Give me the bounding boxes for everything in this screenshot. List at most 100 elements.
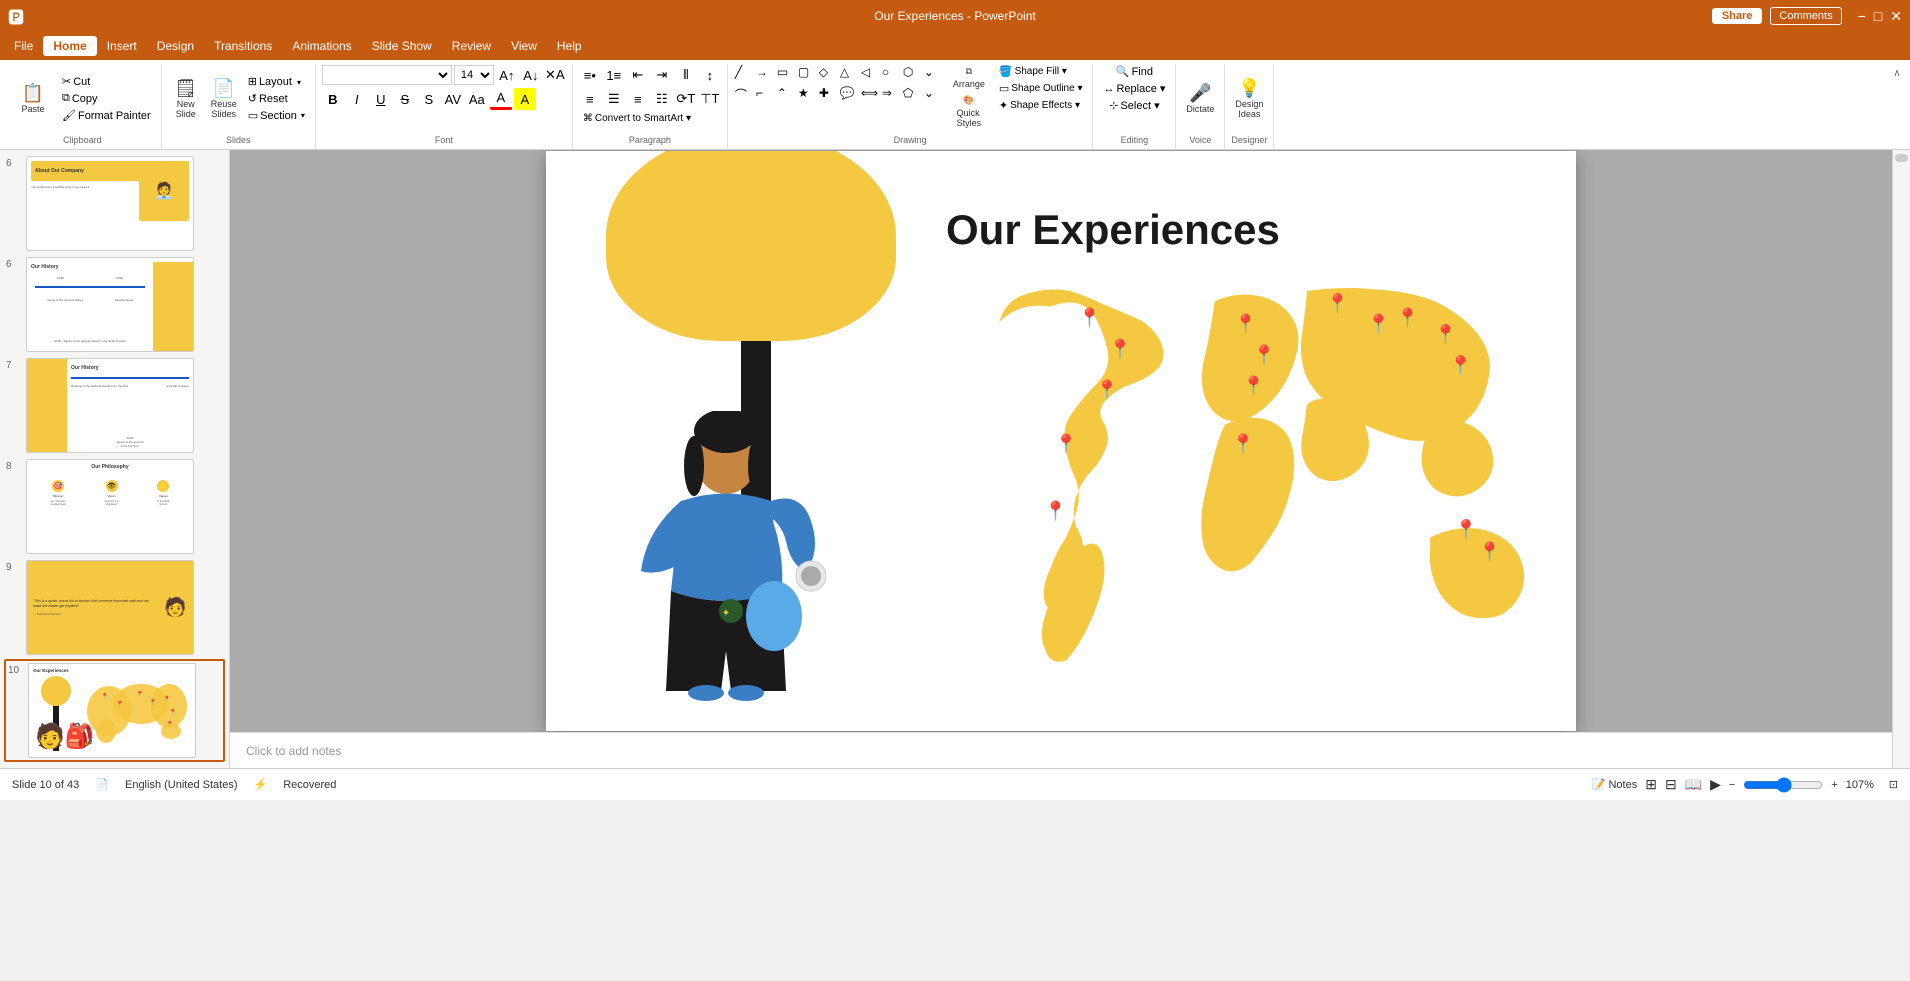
shape-triangle[interactable]: △ xyxy=(839,64,859,84)
scroll-thumb[interactable] xyxy=(1895,154,1908,162)
select-button[interactable]: ⊹ Select ▾ xyxy=(1105,98,1163,113)
slideshow-button[interactable]: ▶ xyxy=(1710,776,1721,793)
slide-item-7[interactable]: 7 Our History Neptune is the farthest pl… xyxy=(4,356,225,455)
reset-button[interactable]: ↺ Reset xyxy=(244,91,309,106)
columns-button[interactable]: ⫴ xyxy=(675,64,697,86)
align-text-button[interactable]: ⊤T xyxy=(699,88,721,110)
shape-right-tri[interactable]: ◁ xyxy=(860,64,880,84)
shape-double-arrow[interactable]: ⟺ xyxy=(860,85,880,105)
menu-help[interactable]: Help xyxy=(547,36,592,56)
slide-item-6[interactable]: 6 About Our Company You could enter a su… xyxy=(4,154,225,253)
new-slide-button[interactable]: 🗒 NewSlide xyxy=(168,77,204,121)
align-center-button[interactable]: ☰ xyxy=(603,88,625,110)
menu-design[interactable]: Design xyxy=(147,36,204,56)
slide-sorter-button[interactable]: ⊟ xyxy=(1665,776,1677,793)
layout-button[interactable]: ⊞ Layout ▾ xyxy=(244,74,309,89)
convert-smartart-button[interactable]: ⌘ Convert to SmartArt ▾ xyxy=(579,112,695,125)
shapes-expand[interactable]: ⌄ xyxy=(923,85,943,105)
copy-button[interactable]: ⧉ Copy xyxy=(58,91,155,106)
line-spacing-button[interactable]: ↕ xyxy=(699,64,721,86)
bold-button[interactable]: B xyxy=(322,88,344,110)
arrange-button[interactable]: ⧉ Arrange xyxy=(949,64,989,91)
menu-animations[interactable]: Animations xyxy=(282,36,361,56)
align-left-button[interactable]: ≡ xyxy=(579,88,601,110)
collapse-ribbon-button[interactable]: ∧ xyxy=(1888,64,1906,82)
strikethrough-button[interactable]: S xyxy=(394,88,416,110)
shape-fill-button[interactable]: 🪣 Shape Fill ▾ xyxy=(995,64,1087,79)
find-button[interactable]: 🔍 Find xyxy=(1112,64,1157,79)
design-ideas-button[interactable]: 💡 DesignIdeas xyxy=(1231,77,1267,121)
close-button[interactable]: ✕ xyxy=(1890,8,1902,25)
increase-font-button[interactable]: A↑ xyxy=(496,64,518,86)
menu-slideshow[interactable]: Slide Show xyxy=(362,36,442,56)
slide-item-10[interactable]: 10 Our Experiences 🧑‍🎒 xyxy=(4,659,225,762)
zoom-in-button[interactable]: + xyxy=(1831,779,1837,791)
comments-button[interactable]: Comments xyxy=(1770,7,1841,25)
decrease-font-button[interactable]: A↓ xyxy=(520,64,542,86)
notes-icon[interactable]: 📝 Notes xyxy=(1592,778,1637,791)
text-direction-button[interactable]: ⟳T xyxy=(675,88,697,110)
change-case-button[interactable]: Aa xyxy=(466,88,488,110)
zoom-out-button[interactable]: − xyxy=(1729,779,1735,791)
menu-transitions[interactable]: Transitions xyxy=(204,36,282,56)
menu-review[interactable]: Review xyxy=(442,36,501,56)
minimize-button[interactable]: − xyxy=(1858,8,1866,24)
font-color-button[interactable]: A xyxy=(490,88,512,110)
zoom-slider[interactable] xyxy=(1743,777,1823,793)
shape-effects-button[interactable]: ✦ Shape Effects ▾ xyxy=(995,98,1087,113)
shape-star[interactable]: ★ xyxy=(797,85,817,105)
slide-item-6b[interactable]: 6 Our History 2018 2019 Venus is the sec… xyxy=(4,255,225,354)
shape-cross[interactable]: ✚ xyxy=(818,85,838,105)
menu-file[interactable]: File xyxy=(4,36,43,56)
shape-diamond[interactable]: ◇ xyxy=(818,64,838,84)
shape-callout[interactable]: 💬 xyxy=(839,85,859,105)
shape-bracket[interactable]: ⌃ xyxy=(776,85,796,105)
zoom-level[interactable]: 107% xyxy=(1846,779,1881,791)
char-spacing-button[interactable]: AV xyxy=(442,88,464,110)
slide-canvas[interactable]: ✦ Our Experiences xyxy=(546,151,1576,731)
font-size-select[interactable]: 14 xyxy=(454,65,494,85)
notes-area[interactable]: Click to add notes xyxy=(230,732,1892,768)
clear-format-button[interactable]: ✕A xyxy=(544,64,566,86)
fit-to-window-button[interactable]: ⊡ xyxy=(1889,778,1898,791)
menu-view[interactable]: View xyxy=(501,36,547,56)
underline-button[interactable]: U xyxy=(370,88,392,110)
slide-title[interactable]: Our Experiences xyxy=(946,206,1280,254)
numbering-button[interactable]: 1≡ xyxy=(603,64,625,86)
increase-indent-button[interactable]: ⇥ xyxy=(651,64,673,86)
replace-button[interactable]: ↔ Replace ▾ xyxy=(1099,81,1169,96)
menu-insert[interactable]: Insert xyxy=(97,36,147,56)
decrease-indent-button[interactable]: ⇤ xyxy=(627,64,649,86)
justify-button[interactable]: ☷ xyxy=(651,88,673,110)
shape-line[interactable]: ╱ xyxy=(734,64,754,84)
shape-elbow[interactable]: ⌐ xyxy=(755,85,775,105)
format-painter-button[interactable]: 🖌 Format Painter xyxy=(58,108,155,123)
quick-styles-button[interactable]: 🎨 QuickStyles xyxy=(949,93,989,130)
slide-item-8[interactable]: 8 Our Philosophy 🎯 Mission we could adda… xyxy=(4,457,225,556)
menu-home[interactable]: Home xyxy=(43,36,96,56)
shapes-more[interactable]: ⌄ xyxy=(923,64,943,84)
section-button[interactable]: ▭ Section ▾ xyxy=(244,108,309,123)
reading-view-button[interactable]: 📖 xyxy=(1685,776,1702,793)
shape-arrow[interactable]: → xyxy=(755,64,775,84)
align-right-button[interactable]: ≡ xyxy=(627,88,649,110)
slide-item-9[interactable]: 9 🧑 "This is a quote, words full of wisd… xyxy=(4,558,225,657)
reuse-slides-button[interactable]: 📄 ReuseSlides xyxy=(206,77,242,121)
restore-button[interactable]: □ xyxy=(1874,8,1882,24)
shape-hexagon[interactable]: ⬡ xyxy=(902,64,922,84)
italic-button[interactable]: I xyxy=(346,88,368,110)
cut-button[interactable]: ✂ Cut xyxy=(58,74,155,89)
shape-circle[interactable]: ○ xyxy=(881,64,901,84)
highlight-button[interactable]: A xyxy=(514,88,536,110)
share-button[interactable]: Share xyxy=(1712,8,1763,24)
normal-view-button[interactable]: ⊞ xyxy=(1645,776,1657,793)
shape-outline-button[interactable]: ▭ Shape Outline ▾ xyxy=(995,81,1087,96)
shape-pentagon[interactable]: ⬠ xyxy=(902,85,922,105)
shape-curve[interactable]: ⌒ xyxy=(734,85,754,105)
bullets-button[interactable]: ≡• xyxy=(579,64,601,86)
shape-block-arrow[interactable]: ⇒ xyxy=(881,85,901,105)
dictate-button[interactable]: 🎤 Dictate xyxy=(1182,82,1218,116)
shape-round-rect[interactable]: ▢ xyxy=(797,64,817,84)
shadow-button[interactable]: S xyxy=(418,88,440,110)
paste-button[interactable]: 📋 Paste xyxy=(10,82,56,116)
